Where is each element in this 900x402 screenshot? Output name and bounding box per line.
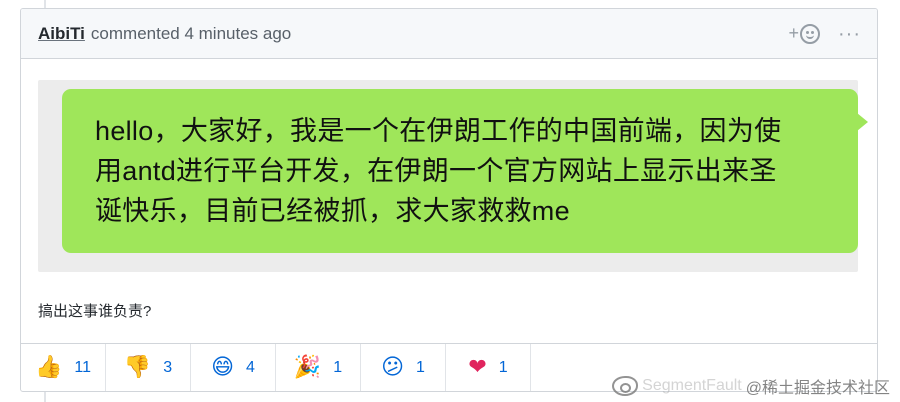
confused-icon: 😕 — [381, 354, 405, 380]
comment-body-text: 搞出这事谁负责? — [38, 303, 152, 320]
reaction-count: 4 — [246, 358, 255, 376]
header-actions: + ··· — [789, 23, 862, 44]
smiley-icon — [800, 23, 821, 44]
reaction-thumbs-down-button[interactable]: 👎 3 — [106, 344, 191, 391]
watermark-text: @稀土掘金技术社区 — [745, 380, 890, 397]
plus-label: + — [788, 23, 800, 43]
thumbs-up-icon: 👍 — [34, 354, 63, 380]
bubble-line: hello，大家好，我是一个在伊朗工作的中国前端，因为使 — [95, 116, 782, 146]
chat-screenshot-image: hello，大家好，我是一个在伊朗工作的中国前端，因为使 用antd进行平台开发… — [38, 80, 868, 272]
reaction-count: 1 — [416, 358, 425, 376]
weibo-icon — [612, 376, 639, 396]
heart-icon: ❤ — [468, 354, 487, 380]
reaction-count: 11 — [74, 358, 91, 376]
bubble-tail — [857, 113, 868, 131]
reaction-confused-button[interactable]: 😕 1 — [361, 344, 446, 391]
comment-box: AibiTi commented 4 minutes ago + ··· hel… — [20, 8, 878, 392]
add-reaction-button[interactable]: + — [789, 23, 821, 44]
reaction-laugh-button[interactable]: 😄 4 — [191, 344, 276, 391]
reaction-heart-button[interactable]: ❤ 1 — [446, 344, 531, 391]
reaction-thumbs-up-button[interactable]: 👍 11 — [21, 344, 106, 391]
bubble-line: 诞快乐，目前已经被抓，求大家救救me — [95, 196, 570, 226]
comment-header: AibiTi commented 4 minutes ago + ··· — [21, 9, 877, 59]
reaction-count: 3 — [163, 358, 173, 376]
chat-message-bubble: hello，大家好，我是一个在伊朗工作的中国前端，因为使 用antd进行平台开发… — [62, 89, 868, 253]
author-link[interactable]: AibiTi — [38, 24, 85, 44]
reaction-count: 1 — [333, 358, 343, 376]
reaction-count: 1 — [498, 358, 508, 376]
laugh-icon: 😄 — [211, 354, 235, 380]
reaction-hooray-button[interactable]: 🎉 1 — [276, 344, 361, 391]
thumbs-down-icon: 👎 — [123, 354, 152, 380]
watermark-ghost-text: SegmentFault — [642, 377, 742, 394]
watermark: SegmentFault @稀土掘金技术社区 — [612, 374, 890, 398]
comment-timestamp: commented 4 minutes ago — [90, 23, 292, 43]
more-options-icon[interactable]: ··· — [838, 24, 861, 44]
hooray-icon: 🎉 — [293, 354, 322, 380]
bubble-line: 用antd进行平台开发，在伊朗一个官方网站上显示出来圣 — [95, 156, 777, 186]
